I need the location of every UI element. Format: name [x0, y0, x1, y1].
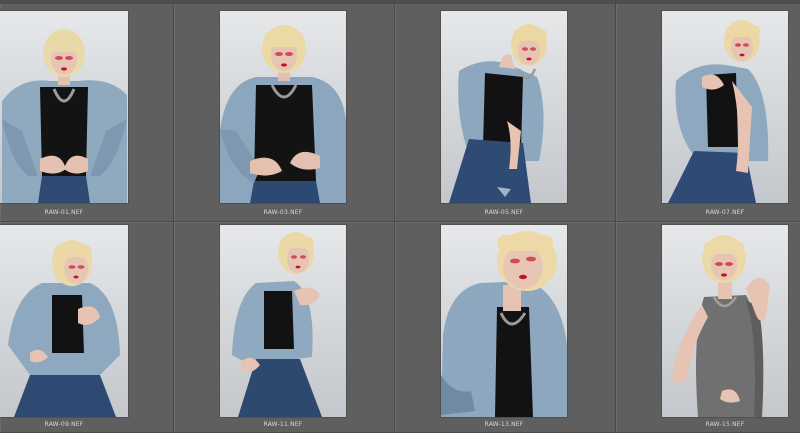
thumbnail-filename: RAW-11.NEF	[263, 421, 303, 428]
photo-thumbnail[interactable]	[220, 11, 346, 203]
thumbnail-filename: RAW-13.NEF	[484, 421, 524, 428]
grid-cell[interactable]: RAW-11.NEF	[174, 222, 395, 433]
model-figure	[8, 240, 120, 417]
grid-cell[interactable]: RAW-03.NEF	[174, 0, 395, 222]
grid-cell[interactable]: RAW-13.NEF	[395, 222, 616, 433]
model-figure	[668, 20, 769, 203]
grid-cell[interactable]: RAW-09.NEF	[0, 222, 174, 433]
photo-thumbnail[interactable]	[0, 225, 128, 417]
cell-top-border	[395, 0, 615, 4]
grid-cell[interactable]: RAW-07.NEF	[616, 0, 800, 222]
model-figure	[232, 232, 322, 417]
model-figure	[672, 235, 770, 417]
model-figure	[441, 231, 567, 417]
thumbnail-filename: RAW-01.NEF	[44, 209, 84, 216]
thumbnail-filename: RAW-15.NEF	[705, 421, 745, 428]
thumbnail-filename: RAW-05.NEF	[484, 209, 524, 216]
photo-grid: RAW-01.NEF RAW-03.NEF RAW-05.NEF RAW-07.…	[0, 0, 800, 433]
photo-thumbnail[interactable]	[441, 11, 567, 203]
thumbnail-filename: RAW-03.NEF	[263, 209, 303, 216]
model-figure	[220, 25, 346, 203]
cell-top-border	[616, 0, 800, 4]
thumbnail-filename: RAW-09.NEF	[44, 421, 84, 428]
thumbnail-filename: RAW-07.NEF	[705, 209, 745, 216]
grid-cell[interactable]: RAW-15.NEF	[616, 222, 800, 433]
photo-thumbnail[interactable]	[441, 225, 567, 417]
photo-thumbnail[interactable]	[662, 225, 788, 417]
grid-cell[interactable]: RAW-05.NEF	[395, 0, 616, 222]
grid-cell[interactable]: RAW-01.NEF	[0, 0, 174, 222]
photo-thumbnail[interactable]	[662, 11, 788, 203]
model-figure	[2, 29, 127, 203]
model-figure	[449, 24, 547, 203]
photo-thumbnail[interactable]	[220, 225, 346, 417]
cell-top-border	[0, 0, 173, 4]
cell-top-border	[174, 0, 394, 4]
photo-thumbnail[interactable]	[0, 11, 128, 203]
